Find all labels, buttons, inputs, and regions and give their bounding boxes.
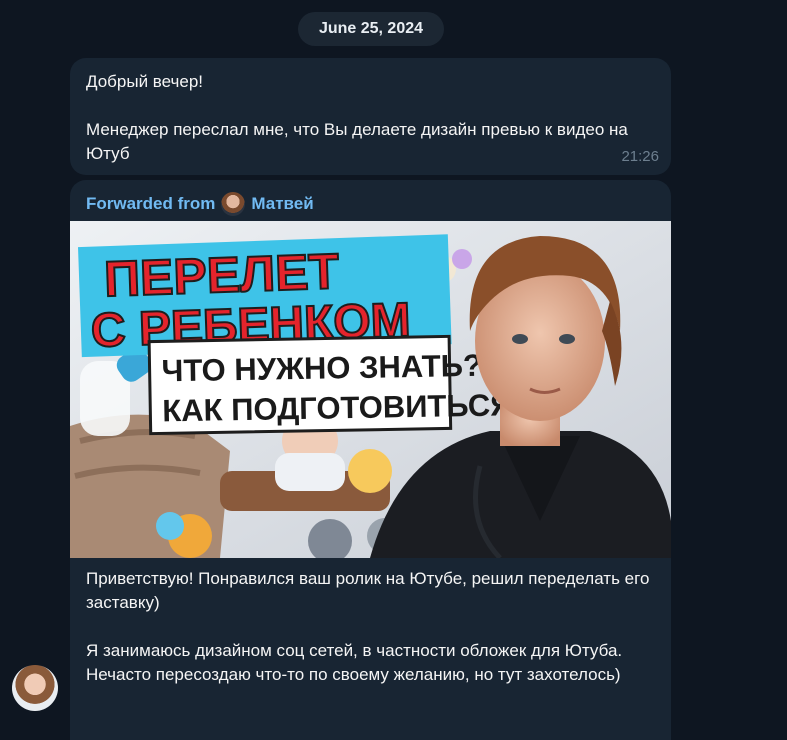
message-text-greeting: Добрый вечер! xyxy=(86,72,204,91)
forwarded-header[interactable]: Forwarded from Матвей xyxy=(86,192,314,216)
forwarded-label: Forwarded from xyxy=(86,194,216,213)
date-separator: June 25, 2024 xyxy=(298,12,444,46)
thumbnail-art: ПЕРЕЛЕТ С РЕБЕНКОМ ЧТО НУЖНО ЗНАТЬ? КАК … xyxy=(70,221,671,558)
video-thumbnail[interactable]: ПЕРЕЛЕТ С РЕБЕНКОМ ЧТО НУЖНО ЗНАТЬ? КАК … xyxy=(70,221,671,558)
message-caption: Приветствую! Понравился ваш ролик на Юту… xyxy=(86,567,656,687)
message-text-body: Менеджер переслал мне, что Вы делаете ди… xyxy=(86,120,628,163)
caption-paragraph-2: Я занимаюсь дизайном соц сетей, в частно… xyxy=(86,641,623,684)
thumbnail-subtitle-line2: КАК ПОДГОТОВИТЬСЯ? xyxy=(162,387,532,428)
date-label: June 25, 2024 xyxy=(318,20,424,37)
sender-avatar[interactable] xyxy=(12,665,58,711)
forwarded-sender-name[interactable]: Матвей xyxy=(251,194,313,214)
caption-paragraph-1: Приветствую! Понравился ваш ролик на Юту… xyxy=(86,569,650,612)
message-time: 21:26 xyxy=(621,148,659,165)
forwarded-message-bubble[interactable]: Forwarded from Матвей ПЕРЕЛЕТ С РЕБЕНКОМ… xyxy=(70,180,671,740)
thumbnail-subtitle-line1: ЧТО НУЖНО ЗНАТЬ? xyxy=(161,348,482,389)
message-bubble[interactable]: Добрый вечер! Менеджер переслал мне, что… xyxy=(70,58,671,175)
forwarded-avatar xyxy=(221,192,246,216)
